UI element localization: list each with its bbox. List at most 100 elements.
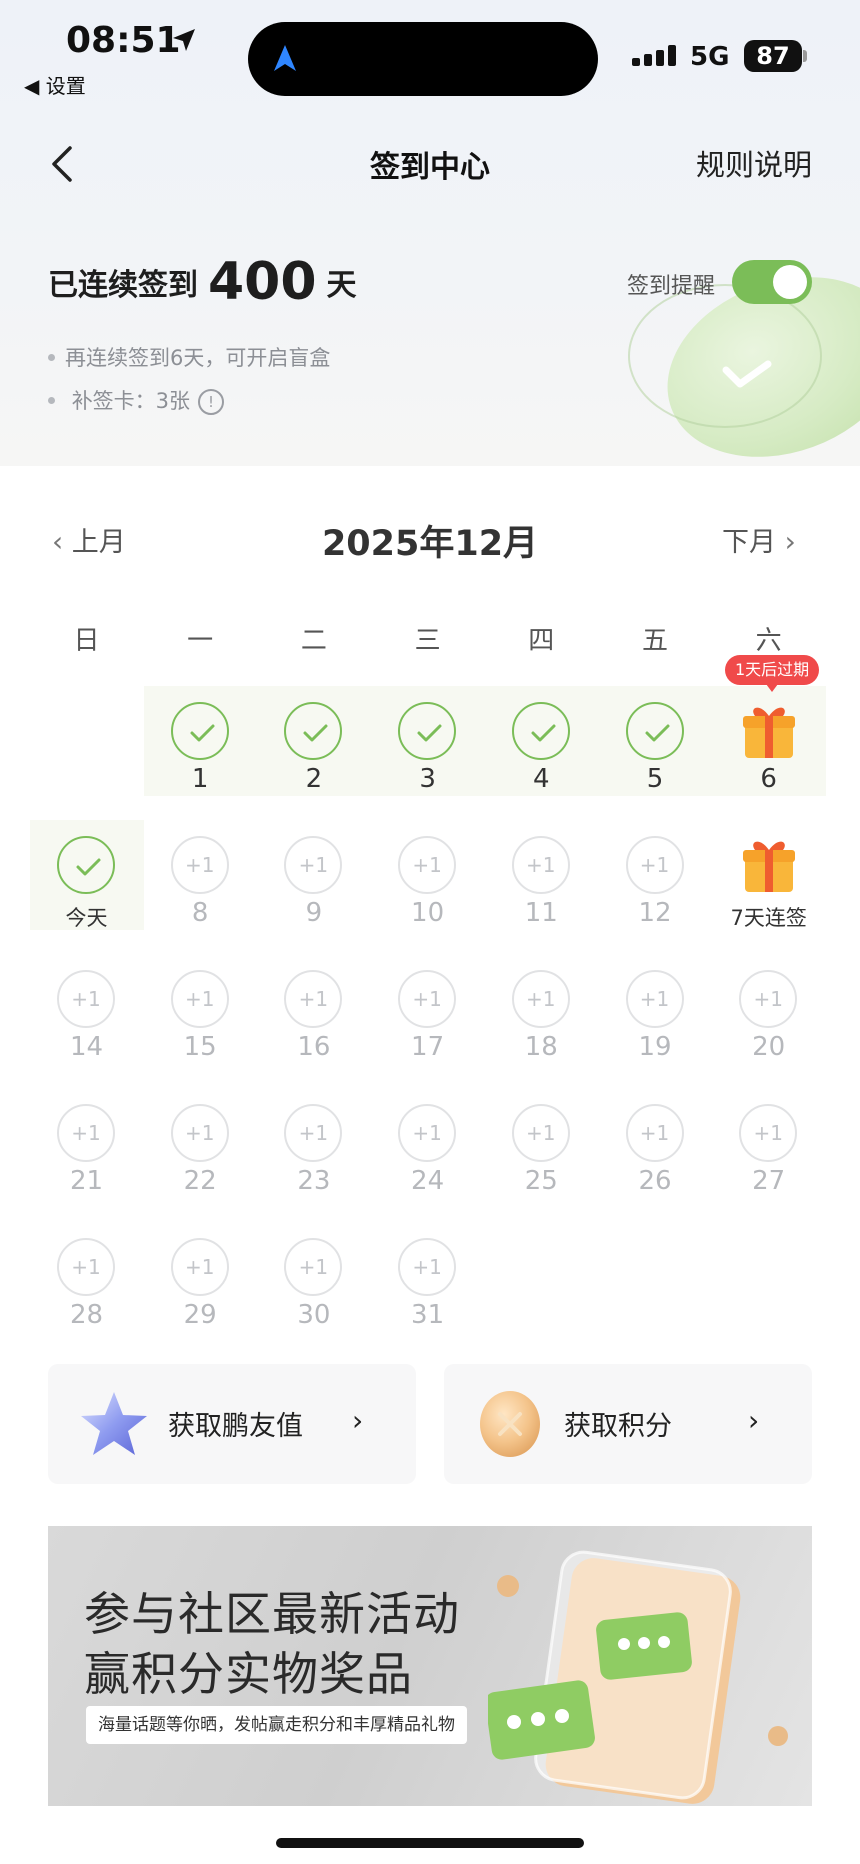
calendar-day[interactable]: +1 30 xyxy=(257,1226,370,1346)
plus-one-marker: +1 xyxy=(57,970,115,1028)
calendar-day[interactable]: +1 16 xyxy=(257,958,370,1078)
rules-link[interactable]: 规则说明 xyxy=(696,142,812,184)
plus-one-marker: +1 xyxy=(170,836,229,894)
banner-headline-1: 参与社区最新活动 xyxy=(84,1587,460,1641)
calendar-day[interactable]: +1 9 xyxy=(257,824,370,944)
checked-icon xyxy=(511,702,570,760)
reminder-toggle[interactable] xyxy=(732,260,812,304)
plus-one-marker: +1 xyxy=(398,1104,457,1162)
plus-one-marker: +1 xyxy=(284,970,343,1028)
day-number: 9 xyxy=(305,898,323,928)
day-number: 25 xyxy=(524,1166,558,1196)
day-number: 17 xyxy=(411,1032,445,1062)
get-friend-value-card[interactable]: 获取鹏友值 › xyxy=(48,1364,416,1484)
calendar-day[interactable]: +1 19 xyxy=(599,958,712,1078)
calendar-day[interactable]: +1 15 xyxy=(144,958,257,1078)
calendar-day[interactable]: +1 26 xyxy=(599,1092,712,1212)
plus-one-marker: +1 xyxy=(57,1104,115,1162)
calendar-day[interactable]: +1 18 xyxy=(485,958,598,1078)
day-number: 28 xyxy=(69,1300,104,1330)
day-number: 19 xyxy=(638,1032,672,1062)
chevron-right-icon: › xyxy=(784,525,796,558)
day-number: 27 xyxy=(752,1166,786,1196)
checked-icon xyxy=(170,702,229,760)
plus-one-marker: +1 xyxy=(170,970,229,1028)
streak-bonus-hint: 再连续签到6天，可开启盲盒 xyxy=(48,342,330,372)
decorative-ring xyxy=(628,284,822,428)
calendar-day[interactable]: +1 21 xyxy=(30,1092,143,1212)
weekday-label: 四 xyxy=(528,626,555,656)
battery-tip xyxy=(803,50,807,62)
calendar-day[interactable]: +1 10 xyxy=(371,824,484,944)
plus-one-marker: +1 xyxy=(625,970,684,1028)
calendar-day[interactable]: +1 28 xyxy=(30,1226,143,1346)
day-number: 4 xyxy=(533,764,550,794)
calendar-day[interactable]: +1 22 xyxy=(144,1092,257,1212)
battery-level: 87 xyxy=(744,40,802,72)
calendar-day[interactable]: +1 29 xyxy=(144,1226,257,1346)
toggle-knob xyxy=(773,265,807,299)
activity-banner[interactable]: 参与社区最新活动 赢积分实物奖品 海量话题等你晒，发帖赢走积分和丰厚精品礼物 xyxy=(48,1526,812,1806)
day-number: 21 xyxy=(69,1166,104,1196)
streak-summary: 已连续签到 400 天 xyxy=(48,248,357,312)
network-type: 5G xyxy=(690,42,730,72)
calendar-day[interactable]: +1 31 xyxy=(371,1226,484,1346)
day-number: 20 xyxy=(752,1032,786,1062)
status-time: 08:51 xyxy=(66,20,181,61)
decorative-check-icon xyxy=(722,360,772,388)
plus-one-marker: +1 xyxy=(398,1238,457,1296)
day-number: 18 xyxy=(524,1032,558,1062)
calendar-day[interactable]: 5 xyxy=(599,690,712,810)
calendar-day[interactable]: 3 xyxy=(371,690,484,810)
day-number: 5 xyxy=(646,764,664,794)
calendar-day[interactable]: 今天 xyxy=(30,824,143,944)
get-points-card[interactable]: 获取积分 › xyxy=(444,1364,812,1484)
day-number: 今天 xyxy=(65,906,108,930)
gift-icon xyxy=(741,834,797,894)
calendar-day[interactable]: 2 xyxy=(257,690,370,810)
calendar-day[interactable]: +1 11 xyxy=(485,824,598,944)
checked-icon xyxy=(57,836,115,894)
calendar-day[interactable]: +1 8 xyxy=(144,824,257,944)
star-icon xyxy=(81,1392,147,1455)
next-month-button[interactable]: 下月 › xyxy=(722,520,796,559)
day-number: 23 xyxy=(297,1166,331,1196)
calendar-day[interactable]: 6 xyxy=(712,690,825,810)
weekday-label: 日 xyxy=(73,626,100,656)
day-number: 1 xyxy=(191,764,209,794)
plus-one-marker: +1 xyxy=(284,1238,343,1296)
calendar-day[interactable]: +1 12 xyxy=(599,824,712,944)
calendar-day[interactable]: 7天连签 xyxy=(712,824,825,944)
chevron-right-icon: › xyxy=(748,1404,760,1437)
streak-days: 400 xyxy=(208,252,317,312)
calendar-day[interactable]: +1 17 xyxy=(371,958,484,1078)
calendar-day[interactable]: +1 24 xyxy=(371,1092,484,1212)
day-number: 2 xyxy=(305,764,323,794)
banner-subtitle: 海量话题等你晒，发帖赢走积分和丰厚精品礼物 xyxy=(86,1706,467,1744)
day-number: 31 xyxy=(411,1300,445,1330)
plus-one-marker: +1 xyxy=(625,1104,684,1162)
day-number: 8 xyxy=(191,898,209,928)
calendar-day[interactable]: +1 27 xyxy=(712,1092,825,1212)
calendar-day[interactable]: +1 14 xyxy=(30,958,143,1078)
calendar-day[interactable]: 4 xyxy=(485,690,598,810)
cellular-signal-icon xyxy=(632,45,676,66)
plus-one-marker: +1 xyxy=(511,1104,570,1162)
weekday-label: 六 xyxy=(755,626,782,656)
calendar-day[interactable]: +1 23 xyxy=(257,1092,370,1212)
info-icon[interactable]: ! xyxy=(198,389,225,415)
plus-one-marker: +1 xyxy=(511,836,570,894)
chevron-right-icon: › xyxy=(352,1404,364,1437)
streak-suffix: 天 xyxy=(326,268,357,303)
next-month-label: 下月 xyxy=(722,527,776,558)
calendar-day[interactable]: +1 20 xyxy=(712,958,825,1078)
back-to-app-link[interactable]: ◀ 设置 xyxy=(24,70,86,99)
weekday-label: 三 xyxy=(414,626,441,656)
calendar-day[interactable]: +1 25 xyxy=(485,1092,598,1212)
day-number: 24 xyxy=(411,1166,445,1196)
calendar-day[interactable]: 1 xyxy=(144,690,257,810)
plus-one-marker: +1 xyxy=(739,1104,798,1162)
plus-one-marker: +1 xyxy=(625,836,684,894)
streak-prefix: 已连续签到 xyxy=(48,268,198,303)
day-number: 11 xyxy=(524,898,558,928)
